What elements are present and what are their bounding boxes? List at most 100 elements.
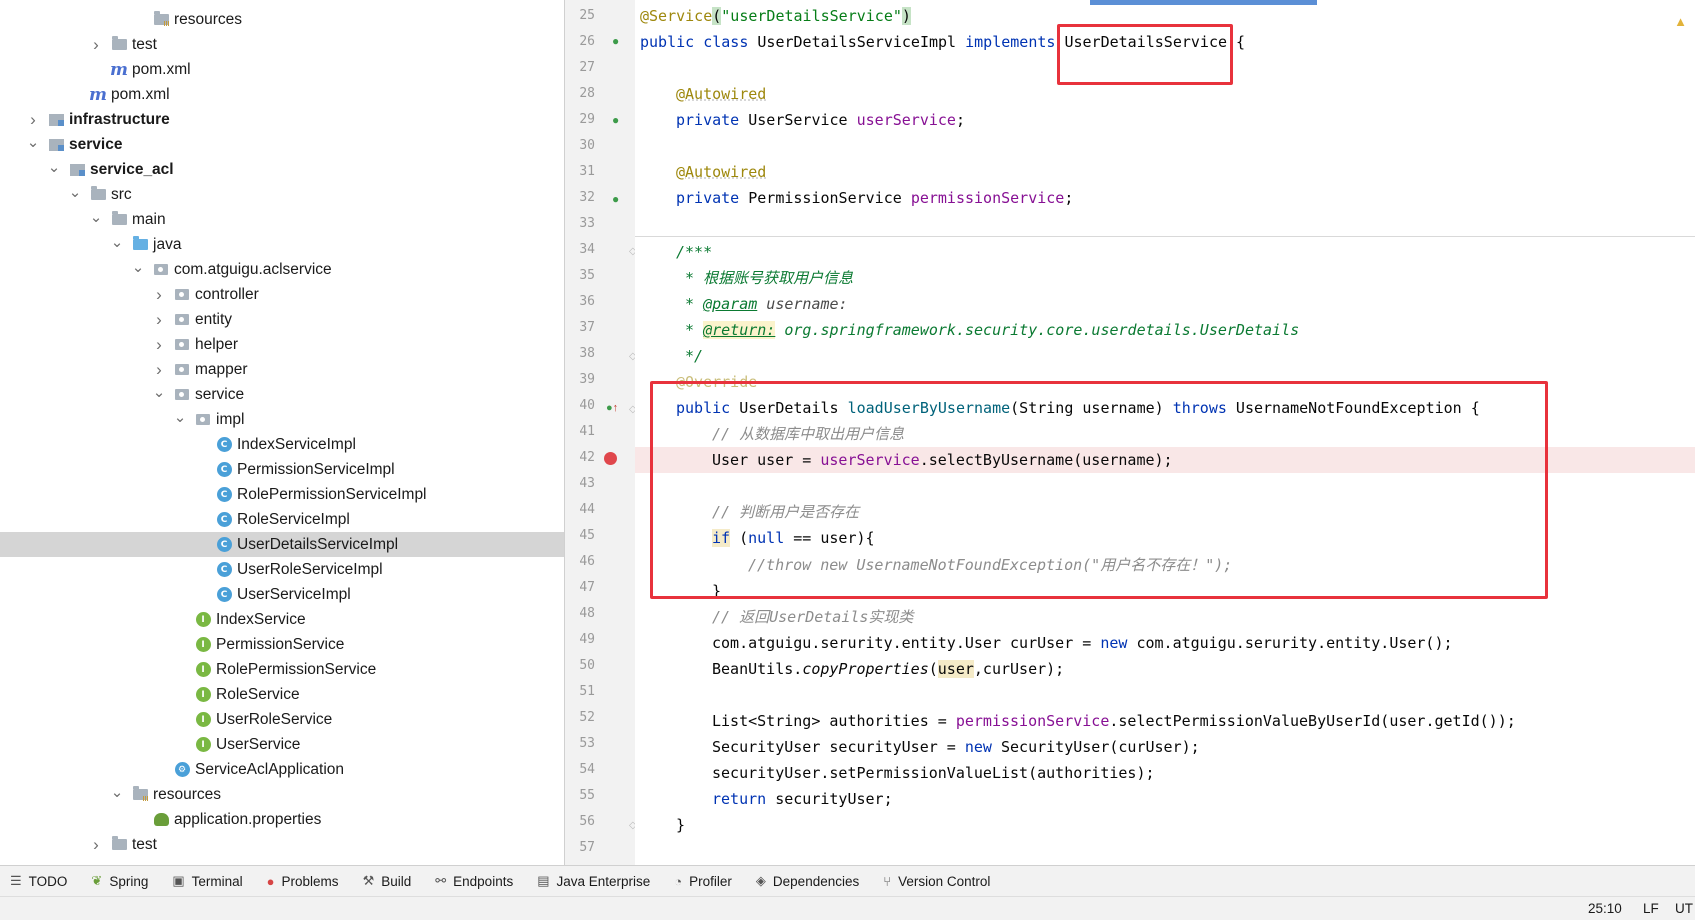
code-line-29[interactable]: private UserService userService; (676, 107, 965, 133)
autowired-gutter-icon[interactable]: ● (612, 113, 619, 127)
code-line-53[interactable]: SecurityUser securityUser = new Security… (712, 734, 1200, 760)
tree-item[interactable]: C UserRoleServiceImpl (0, 557, 564, 582)
line-number[interactable]: 28 (565, 81, 595, 107)
code-line-25[interactable]: @Service("userDetailsService") (640, 3, 911, 29)
code-line-48[interactable]: // 返回UserDetails实现类 (712, 604, 913, 630)
line-number[interactable]: 32 (565, 185, 595, 211)
tree-item[interactable]: C RolePermissionServiceImpl (0, 482, 564, 507)
tree-item[interactable]: › helper (0, 332, 564, 357)
tool-window-button[interactable]: ⚯ Endpoints (435, 873, 513, 889)
code-line-31[interactable]: @Autowired (676, 159, 766, 185)
chevron-down-icon[interactable]: ⌄ (110, 233, 124, 251)
tool-window-button[interactable]: ● Problems (267, 874, 339, 889)
code-line-34[interactable]: /*** (676, 239, 712, 265)
tree-item[interactable]: m pom.xml (0, 57, 564, 82)
caret-position[interactable]: 25:10 (1588, 901, 1622, 916)
code-line-52[interactable]: List<String> authorities = permissionSer… (712, 708, 1516, 734)
tree-item[interactable]: I IndexService (0, 607, 564, 632)
tool-window-button[interactable]: ❦ Spring (91, 873, 148, 889)
chevron-right-icon[interactable]: › (152, 310, 166, 330)
line-number[interactable]: 34 (565, 237, 595, 263)
chevron-down-icon[interactable]: ⌄ (110, 783, 124, 801)
tree-item[interactable]: I PermissionService (0, 632, 564, 657)
tree-item[interactable]: › test (0, 832, 564, 857)
line-number[interactable]: 47 (565, 575, 595, 601)
chevron-right-icon[interactable]: › (89, 35, 103, 55)
line-number[interactable]: 42 (565, 445, 595, 471)
tool-window-button[interactable]: ▤ Java Enterprise (537, 873, 650, 889)
warning-icon[interactable]: ▲ (1674, 14, 1687, 29)
line-number[interactable]: 35 (565, 263, 595, 289)
tool-window-button[interactable]: ⚒ Build (363, 873, 412, 889)
tree-item[interactable]: › controller (0, 282, 564, 307)
tree-item[interactable]: › infrastructure (0, 107, 564, 132)
code-line-28[interactable]: @Autowired (676, 81, 766, 107)
tree-item[interactable]: application.properties (0, 807, 564, 832)
tree-item[interactable]: ⌄ service_acl (0, 157, 564, 182)
code-line-38[interactable]: */ (676, 343, 703, 369)
chevron-down-icon[interactable]: ⌄ (68, 183, 82, 201)
bean-gutter-icon[interactable]: ● (612, 34, 619, 48)
tool-window-button[interactable]: ◔ Profiler (674, 874, 732, 889)
tree-item[interactable]: ⌄ resources (0, 782, 564, 807)
chevron-down-icon[interactable]: ⌄ (131, 258, 145, 276)
breakpoint-icon[interactable] (604, 452, 617, 465)
line-number[interactable]: 45 (565, 523, 595, 549)
tree-item[interactable]: › entity (0, 307, 564, 332)
line-number[interactable]: 31 (565, 159, 595, 185)
code-line-55[interactable]: return securityUser; (712, 786, 893, 812)
tree-item[interactable]: resources (0, 7, 564, 32)
code-line-35[interactable]: * 根据账号获取用户信息 (676, 265, 853, 291)
tree-item[interactable]: C RoleServiceImpl (0, 507, 564, 532)
tree-item[interactable]: ⌄ com.atguigu.aclservice (0, 257, 564, 282)
chevron-down-icon[interactable]: ⌄ (89, 208, 103, 226)
file-encoding[interactable]: UT (1675, 901, 1693, 916)
line-number[interactable]: 49 (565, 627, 595, 653)
code-line-32[interactable]: private PermissionService permissionServ… (676, 185, 1073, 211)
line-number[interactable]: 40 (565, 393, 595, 419)
line-number[interactable]: 30 (565, 133, 595, 159)
tree-item[interactable]: ⚙ ServiceAclApplication (0, 757, 564, 782)
chevron-down-icon[interactable]: ⌄ (47, 158, 61, 176)
tree-item[interactable]: C IndexServiceImpl (0, 432, 564, 457)
chevron-right-icon[interactable]: › (152, 335, 166, 355)
tree-item[interactable]: I UserRoleService (0, 707, 564, 732)
implements-gutter-icon[interactable]: ●↑ (606, 402, 618, 414)
line-number[interactable]: 38 (565, 341, 595, 367)
line-number[interactable]: 56 (565, 809, 595, 835)
line-number[interactable]: 27 (565, 55, 595, 81)
line-number[interactable]: 53 (565, 731, 595, 757)
chevron-down-icon[interactable]: ⌄ (173, 408, 187, 426)
line-number[interactable]: 39 (565, 367, 595, 393)
tree-item[interactable]: I RolePermissionService (0, 657, 564, 682)
line-number[interactable]: 50 (565, 653, 595, 679)
tool-window-button[interactable]: ◈ Dependencies (756, 873, 859, 889)
tree-item[interactable]: ⌄ impl (0, 407, 564, 432)
code-line-56[interactable]: } (676, 812, 685, 838)
tree-item[interactable]: ⌄ service (0, 382, 564, 407)
line-number[interactable]: 29 (565, 107, 595, 133)
tree-item[interactable]: C UserServiceImpl (0, 582, 564, 607)
code-line-54[interactable]: securityUser.setPermissionValueList(auth… (712, 760, 1155, 786)
line-number[interactable]: 41 (565, 419, 595, 445)
tree-item[interactable]: m pom.xml (0, 82, 564, 107)
code-line-37[interactable]: * @return: org.springframework.security.… (676, 317, 1299, 343)
line-number[interactable]: 51 (565, 679, 595, 705)
line-number[interactable]: 36 (565, 289, 595, 315)
code-editor[interactable]: @Service("userDetailsService") public cl… (635, 0, 1695, 865)
tree-item[interactable]: C PermissionServiceImpl (0, 457, 564, 482)
autowired-gutter-icon[interactable]: ● (612, 192, 619, 206)
tree-item[interactable]: I RoleService (0, 682, 564, 707)
chevron-down-icon[interactable]: ⌄ (26, 133, 40, 151)
tree-item[interactable]: ⌄ service (0, 132, 564, 157)
line-number[interactable]: 37 (565, 315, 595, 341)
tree-item[interactable]: › mapper (0, 357, 564, 382)
tool-window-button[interactable]: ▣ Terminal (172, 873, 242, 889)
line-number[interactable]: 25 (565, 3, 595, 29)
chevron-right-icon[interactable]: › (152, 285, 166, 305)
line-number[interactable]: 33 (565, 211, 595, 237)
tree-item[interactable]: › test (0, 32, 564, 57)
line-number[interactable]: 52 (565, 705, 595, 731)
chevron-right-icon[interactable]: › (152, 360, 166, 380)
line-number[interactable]: 54 (565, 757, 595, 783)
